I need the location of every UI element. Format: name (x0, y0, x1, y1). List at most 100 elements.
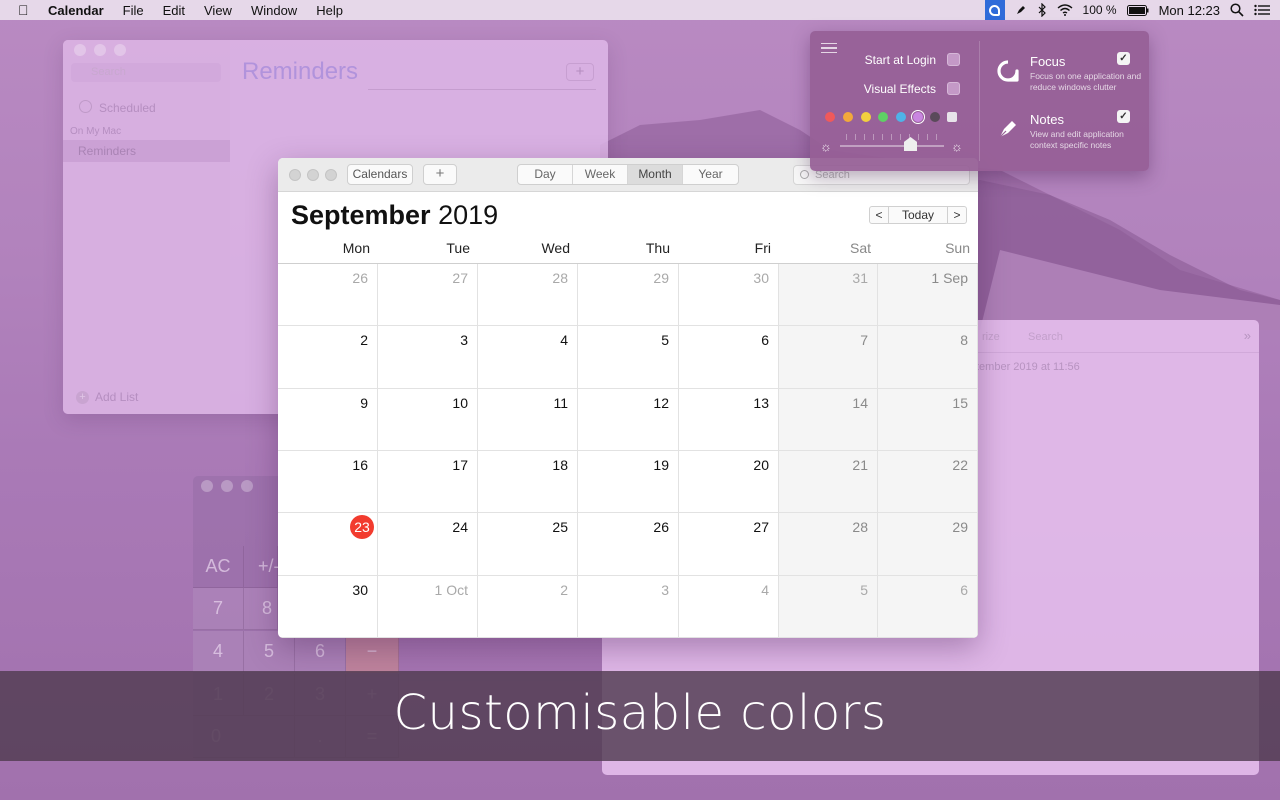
scheduled-list[interactable]: Scheduled (99, 101, 156, 115)
opacity-slider[interactable] (840, 145, 944, 147)
reminders-search-input[interactable]: Search (71, 63, 221, 82)
notes-checkbox[interactable]: ✓ (1117, 110, 1130, 123)
day-cell[interactable]: 11 (478, 389, 578, 451)
next-month-button[interactable]: > (947, 206, 967, 224)
day-cell[interactable]: 20 (679, 451, 779, 513)
battery-icon[interactable] (1126, 4, 1149, 16)
day-cell[interactable]: 9 (278, 389, 378, 451)
calendars-button[interactable]: Calendars (347, 164, 413, 185)
day-cell[interactable]: 3 (378, 326, 478, 389)
zoom-dot[interactable] (114, 44, 126, 56)
day-cell[interactable]: 24 (378, 513, 478, 576)
day-cell[interactable]: 29 (578, 264, 679, 326)
close-button[interactable] (289, 169, 301, 181)
day-cell[interactable]: 1 Sep (878, 264, 978, 326)
color-swatch[interactable] (861, 112, 871, 122)
day-cell[interactable]: 4 (478, 326, 578, 389)
chevron-right-icon[interactable]: » (1244, 328, 1251, 343)
day-cell[interactable]: 4 (679, 576, 779, 638)
start-at-login-checkbox[interactable] (947, 53, 960, 66)
day-cell[interactable]: 22 (878, 451, 978, 513)
day-cell[interactable]: 8 (878, 326, 978, 389)
calc-key-sign[interactable]: +/- (244, 546, 280, 588)
day-cell[interactable]: 2 (478, 576, 578, 638)
notification-center-icon[interactable] (1254, 4, 1270, 16)
day-cell[interactable]: 29 (878, 513, 978, 576)
color-swatch[interactable] (843, 112, 853, 122)
menu-file[interactable]: File (123, 3, 144, 18)
tab-year[interactable]: Year (683, 165, 738, 184)
day-cell[interactable]: 10 (378, 389, 478, 451)
day-cell[interactable]: 28 (478, 264, 578, 326)
day-cell[interactable]: 1 Oct (378, 576, 478, 638)
day-cell[interactable]: 26 (578, 513, 679, 576)
day-cell[interactable]: 7 (779, 326, 878, 389)
add-reminder-button[interactable]: + (566, 63, 594, 81)
pen-tray-icon[interactable] (1015, 4, 1027, 16)
spotlight-search-icon[interactable] (1230, 3, 1244, 17)
minimize-button[interactable] (307, 169, 319, 181)
menu-edit[interactable]: Edit (163, 3, 185, 18)
day-cell[interactable]: 21 (779, 451, 878, 513)
color-swatch[interactable] (878, 112, 888, 122)
calc-key-8[interactable]: 8 (244, 588, 278, 630)
day-cell[interactable]: 23 (278, 513, 378, 576)
menu-clock[interactable]: Mon 12:23 (1159, 3, 1220, 18)
day-cell[interactable]: 6 (878, 576, 978, 638)
zoom-dot[interactable] (241, 480, 253, 492)
minimize-dot[interactable] (94, 44, 106, 56)
day-cell[interactable]: 3 (578, 576, 679, 638)
day-cell[interactable]: 19 (578, 451, 679, 513)
color-swatch[interactable] (930, 112, 940, 122)
day-cell[interactable]: 15 (878, 389, 978, 451)
day-cell[interactable]: 5 (578, 326, 679, 389)
add-list-button[interactable]: + Add List (76, 390, 138, 404)
hamburger-menu-icon[interactable] (821, 43, 837, 53)
zoom-button[interactable] (325, 169, 337, 181)
close-dot[interactable] (74, 44, 86, 56)
calc-key-4[interactable]: 4 (193, 631, 244, 673)
color-swatch[interactable] (825, 112, 835, 122)
day-cell[interactable]: 13 (679, 389, 779, 451)
sidebar-item-reminders[interactable]: Reminders (78, 144, 136, 158)
notes-search-input[interactable]: Search (1028, 331, 1063, 343)
tab-day[interactable]: Day (518, 165, 573, 184)
menu-view[interactable]: View (204, 3, 232, 18)
day-cell[interactable]: 18 (478, 451, 578, 513)
apple-menu-icon[interactable]:  (18, 2, 32, 18)
add-event-button[interactable]: + (423, 164, 457, 185)
day-cell[interactable]: 27 (378, 264, 478, 326)
minimize-dot[interactable] (221, 480, 233, 492)
focus-tray-icon[interactable] (984, 0, 1005, 20)
battery-percent[interactable]: 100 % (1083, 3, 1117, 17)
menu-app-calendar[interactable]: Calendar (48, 3, 104, 18)
wifi-icon[interactable] (1057, 4, 1073, 16)
close-dot[interactable] (201, 480, 213, 492)
bluetooth-icon[interactable] (1037, 3, 1047, 17)
day-cell[interactable]: 28 (779, 513, 878, 576)
calc-key-7[interactable]: 7 (193, 588, 244, 630)
day-cell[interactable]: 16 (278, 451, 378, 513)
day-cell[interactable]: 31 (779, 264, 878, 326)
day-cell[interactable]: 14 (779, 389, 878, 451)
day-cell[interactable]: 30 (278, 576, 378, 638)
day-cell[interactable]: 30 (679, 264, 779, 326)
tab-week[interactable]: Week (573, 165, 628, 184)
day-cell[interactable]: 26 (278, 264, 378, 326)
menu-window[interactable]: Window (251, 3, 297, 18)
day-cell[interactable]: 17 (378, 451, 478, 513)
visual-effects-checkbox[interactable] (947, 82, 960, 95)
day-cell[interactable]: 12 (578, 389, 679, 451)
color-swatch[interactable] (896, 112, 906, 122)
day-cell[interactable]: 6 (679, 326, 779, 389)
color-swatch[interactable] (911, 110, 925, 124)
prev-month-button[interactable]: < (869, 206, 889, 224)
day-cell[interactable]: 5 (779, 576, 878, 638)
day-cell[interactable]: 2 (278, 326, 378, 389)
tab-month[interactable]: Month (628, 165, 683, 184)
menu-help[interactable]: Help (316, 3, 343, 18)
today-button[interactable]: Today (889, 206, 947, 224)
day-cell[interactable]: 25 (478, 513, 578, 576)
color-swatch[interactable] (947, 112, 957, 122)
focus-checkbox[interactable]: ✓ (1117, 52, 1130, 65)
